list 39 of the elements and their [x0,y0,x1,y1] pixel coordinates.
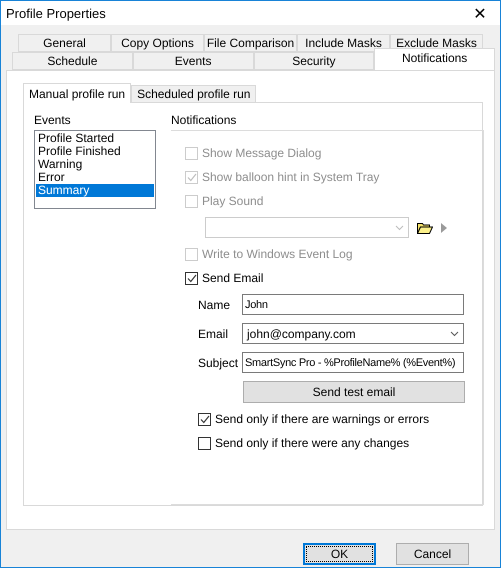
tab[interactable]: Copy Options [111,34,204,52]
events-label: Events [34,113,72,127]
field-label: Subject [198,356,240,370]
input-field[interactable]: SmartSync Pro - %ProfileName% (%Event%) [242,352,464,373]
tab[interactable]: General [18,34,111,52]
list-item[interactable]: Profile Started [36,132,154,145]
events-list[interactable]: Profile Started Profile Finished Warning Error Summary [34,130,156,209]
tab[interactable]: Scheduled profile run [131,85,256,102]
play-icon[interactable] [441,222,447,232]
checkmark-icon [186,172,196,182]
checkmark-icon [200,414,210,424]
group-title: Notifications [171,113,238,127]
ok-button[interactable]: OK [303,543,376,565]
checkmark-icon [186,274,196,282]
tab[interactable]: Include Masks [297,34,390,52]
list-item[interactable]: Summary [36,184,154,197]
list-item[interactable]: Profile Finished [36,145,154,158]
tab[interactable]: File Comparison [204,34,297,52]
field-label: Email [198,326,230,340]
checkbox[interactable]: Send Email [185,270,483,286]
list-item[interactable]: Error [36,171,154,184]
tab[interactable]: Manual profile run [23,83,132,103]
input-field[interactable]: John [242,294,464,315]
chevron-down-icon [450,330,459,336]
email-dropdown[interactable]: john@company.com [242,323,464,344]
window-title: Profile Properties [6,6,106,20]
list-item[interactable]: Warning [36,158,154,171]
chevron-down-icon [395,224,404,230]
folder-icon[interactable] [417,222,433,234]
tab[interactable]: Schedule [12,52,133,70]
checkbox[interactable]: Send only if there were any changes [185,435,483,451]
cancel-button[interactable]: Cancel [396,543,469,565]
tab[interactable]: Security [254,52,374,70]
close-button[interactable]: ✕ [460,1,500,25]
checkbox[interactable]: Send only if there are warnings or errors [185,411,483,427]
send-test-email-button[interactable]: Send test email [243,381,465,403]
tab[interactable]: Notifications [374,48,495,70]
field-label: Name [198,298,232,312]
tab[interactable]: Events [132,52,254,70]
